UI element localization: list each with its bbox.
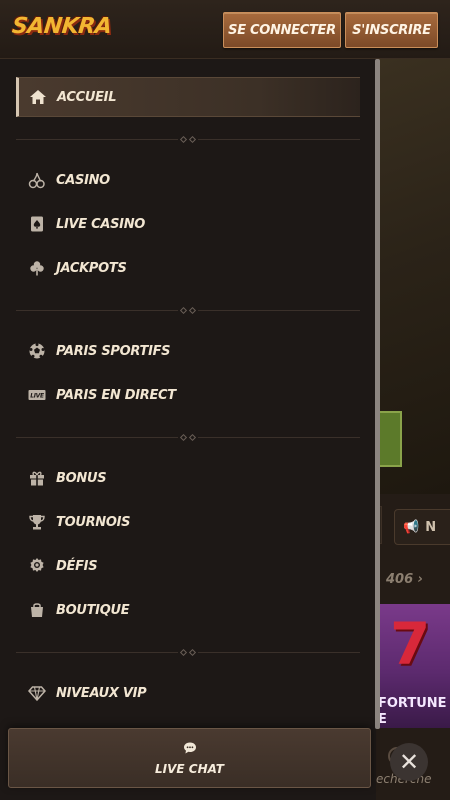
menu-item-paris-en-direct[interactable]: LIVE PARIS EN DIRECT (16, 375, 360, 415)
menu-item-label: LIVE CASINO (56, 216, 146, 232)
news-tab-label: N (425, 519, 437, 535)
home-icon (29, 88, 47, 106)
clover-icon (28, 259, 46, 277)
close-icon: ✕ (398, 748, 420, 776)
menu-item-label: NIVEAUX VIP (56, 685, 147, 701)
diamond-icon (28, 684, 46, 702)
game-tile-title-line2: E DOUBLE (378, 712, 387, 727)
soccer-ball-icon (28, 342, 46, 360)
shopping-bag-icon (28, 601, 46, 619)
live-chat-button[interactable]: LIVE CHAT (8, 728, 371, 788)
menu-item-label: JACKPOTS (56, 260, 127, 276)
menu-item-casino[interactable]: CASINO (16, 160, 360, 200)
menu-divider (16, 135, 360, 144)
menu-scrollbar[interactable] (375, 59, 380, 729)
game-tile-title: FORTUNE E DOUBLE (378, 696, 450, 728)
game-count[interactable]: 406 › (386, 572, 423, 587)
menu-item-niveaux-vip[interactable]: NIVEAUX VIP (16, 673, 360, 713)
cherries-icon (28, 171, 46, 189)
signup-button[interactable]: S'INSCRIRE (345, 12, 438, 48)
menu-item-defis[interactable]: DÉFIS (16, 546, 360, 586)
chat-bubble-icon (183, 740, 197, 759)
menu-item-label: PARIS EN DIRECT (56, 387, 176, 403)
card-spade-icon (28, 215, 46, 233)
game-tile[interactable]: 7 FORTUNE E DOUBLE (376, 604, 450, 728)
menu-item-label: PARIS SPORTIFS (56, 343, 171, 359)
menu-item-paris-sportifs[interactable]: PARIS SPORTIFS (16, 331, 360, 371)
news-tab[interactable]: 📢 N (394, 509, 450, 545)
chevron-right-icon: › (417, 572, 424, 587)
live-chat-label: LIVE CHAT (155, 762, 224, 776)
live-badge-text: LIVE (30, 393, 45, 400)
brand-logo[interactable]: SANKRA (11, 14, 113, 39)
background-page: 📢 N 406 › 7 FORTUNE E DOUBLE echerche (376, 59, 450, 800)
menu-item-label: TOURNOIS (56, 514, 131, 530)
menu-item-label: BOUTIQUE (56, 602, 130, 618)
menu-item-live-casino[interactable]: LIVE CASINO (16, 204, 360, 244)
live-badge-icon: LIVE (28, 386, 46, 404)
side-menu: ACCUEIL CASINO LIVE CASINO JACKPOTS PARI… (0, 59, 376, 800)
close-menu-button[interactable]: ✕ (390, 743, 428, 781)
menu-item-label: CASINO (56, 172, 110, 188)
menu-item-accueil[interactable]: ACCUEIL (16, 77, 360, 117)
menu-item-label: BONUS (56, 470, 107, 486)
menu-item-boutique[interactable]: BOUTIQUE (16, 590, 360, 630)
game-tile-seven: 7 (390, 610, 431, 678)
login-button[interactable]: SE CONNECTER (223, 12, 341, 48)
menu-item-jackpots[interactable]: JACKPOTS (16, 248, 360, 288)
megaphone-icon: 📢 (403, 519, 420, 535)
menu-item-tournois[interactable]: TOURNOIS (16, 502, 360, 542)
gift-icon (28, 469, 46, 487)
trophy-icon (28, 513, 46, 531)
menu-item-label: ACCUEIL (57, 89, 117, 105)
menu-item-label: DÉFIS (56, 558, 98, 574)
medal-icon (28, 557, 46, 575)
game-count-value: 406 (386, 572, 414, 587)
menu-divider (16, 648, 360, 657)
menu-divider (16, 306, 360, 315)
top-header: SANKRA SE CONNECTER S'INSCRIRE (0, 0, 450, 59)
game-tile-title-line1: FORTUNE (378, 696, 447, 711)
menu-divider (16, 433, 360, 442)
menu-item-bonus[interactable]: BONUS (16, 458, 360, 498)
